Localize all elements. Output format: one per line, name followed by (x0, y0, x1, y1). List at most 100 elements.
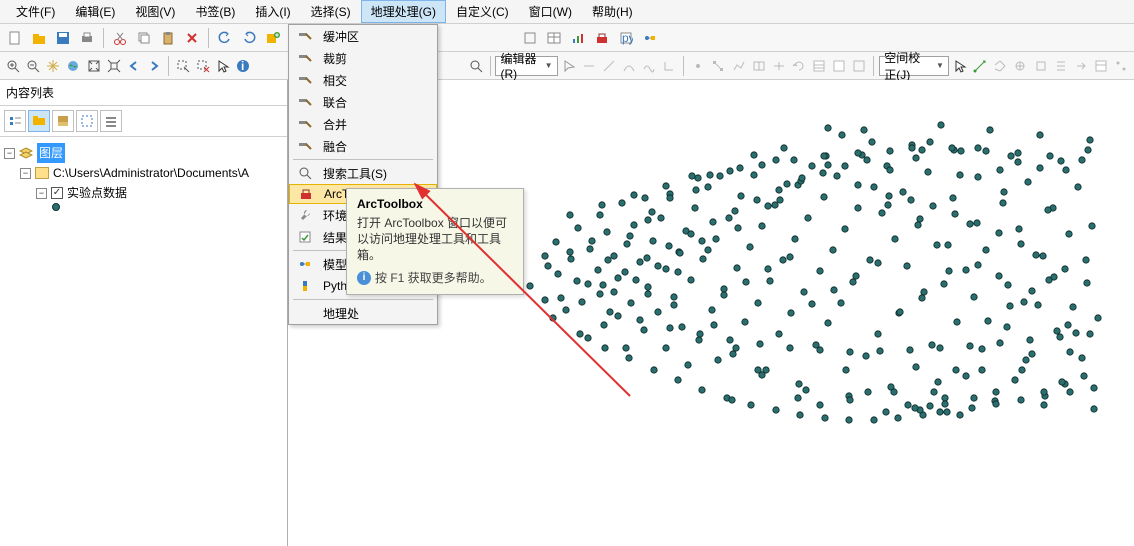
expander-icon[interactable]: − (20, 168, 31, 179)
sketch-prop-icon[interactable] (830, 55, 848, 77)
tooltip-title: ArcToolbox (357, 197, 513, 211)
right-angle-icon[interactable] (660, 55, 678, 77)
add-data-icon[interactable] (262, 27, 284, 49)
next-extent-icon[interactable] (145, 55, 163, 77)
menu-customize[interactable]: 自定义(C) (446, 0, 519, 23)
attributes-icon[interactable] (810, 55, 828, 77)
select-arrow-icon[interactable] (951, 55, 969, 77)
menu-buffer[interactable]: 缓冲区 (289, 25, 437, 47)
menu-bookmarks[interactable]: 书签(B) (185, 0, 245, 23)
edge-match-icon[interactable] (1052, 55, 1070, 77)
attribute-transfer-icon[interactable] (1072, 55, 1090, 77)
toc-tab-list-by-selection[interactable] (76, 110, 98, 132)
clear-select-icon[interactable] (194, 55, 212, 77)
delete-icon[interactable] (181, 27, 203, 49)
find-icon[interactable] (467, 55, 485, 77)
toc-tab-options[interactable] (100, 110, 122, 132)
reshape-icon[interactable] (730, 55, 748, 77)
tree-layer-label: 实验点数据 (67, 183, 127, 203)
wrench-icon (295, 206, 315, 224)
fixed-zoom-out-icon[interactable] (105, 55, 123, 77)
editor-dropdown[interactable]: 编辑器(R)▼ (495, 56, 557, 76)
menu-union[interactable]: 联合 (289, 91, 437, 113)
hammer-icon (295, 93, 315, 111)
standard-toolbar: ▼ py (0, 24, 1134, 52)
pan-icon[interactable] (44, 55, 62, 77)
menu-file[interactable]: 文件(F) (6, 0, 65, 23)
identify-icon[interactable]: i (234, 55, 252, 77)
menu-edit[interactable]: 编辑(E) (65, 0, 125, 23)
menu-dissolve[interactable]: 融合 (289, 135, 437, 157)
toc-tab-list-by-drawing[interactable] (4, 110, 26, 132)
expander-icon[interactable]: − (4, 148, 15, 159)
select-elements-icon[interactable] (214, 55, 232, 77)
copy-icon[interactable] (133, 27, 155, 49)
menu-clip[interactable]: 裁剪 (289, 47, 437, 69)
tree-root-layers[interactable]: − 图层 (4, 143, 283, 163)
python-icon (295, 277, 315, 295)
editor-toolbar-icon[interactable] (519, 27, 541, 49)
control-points-icon[interactable] (1112, 55, 1130, 77)
rotate-icon[interactable] (790, 55, 808, 77)
menu-selection[interactable]: 选择(S) (301, 0, 361, 23)
info-icon: i (357, 271, 371, 285)
full-extent-icon[interactable] (64, 55, 82, 77)
menu-geoprocessing-options[interactable]: 地理处 (289, 302, 437, 324)
displacement-link-icon[interactable] (971, 55, 989, 77)
links-table-icon[interactable] (1092, 55, 1110, 77)
cut-polygons-icon[interactable] (750, 55, 768, 77)
point-icon[interactable] (689, 55, 707, 77)
menu-geoprocessing[interactable]: 地理处理(G) (361, 0, 446, 23)
svg-text:i: i (241, 59, 244, 73)
split-icon[interactable] (770, 55, 788, 77)
identity-link-icon[interactable] (1011, 55, 1029, 77)
save-icon[interactable] (52, 27, 74, 49)
open-icon[interactable] (28, 27, 50, 49)
menu-intersect[interactable]: 相交 (289, 69, 437, 91)
redo-icon[interactable] (238, 27, 260, 49)
menu-windows[interactable]: 窗口(W) (519, 0, 582, 23)
zoom-in-icon[interactable] (4, 55, 22, 77)
undo-icon[interactable] (214, 27, 236, 49)
back-extent-icon[interactable] (125, 55, 143, 77)
expander-icon[interactable]: − (36, 188, 47, 199)
menu-insert[interactable]: 插入(I) (245, 0, 300, 23)
edit-tool-icon[interactable] (560, 55, 578, 77)
checkbox-icon[interactable]: ✓ (51, 187, 63, 199)
tree-folder-path[interactable]: − C:\Users\Administrator\Documents\A (4, 163, 283, 183)
toolbox-icon[interactable] (591, 27, 613, 49)
point-symbol-icon (52, 203, 60, 211)
tree-layer-symbol[interactable] (4, 203, 283, 211)
edit-vertices-icon[interactable] (709, 55, 727, 77)
edit-annotation-icon[interactable] (580, 55, 598, 77)
menu-search-tools[interactable]: 搜索工具(S) (289, 162, 437, 184)
endpoint-arc-icon[interactable] (620, 55, 638, 77)
print-icon[interactable] (76, 27, 98, 49)
straight-segment-icon[interactable] (600, 55, 618, 77)
zoom-out-icon[interactable] (24, 55, 42, 77)
paste-icon[interactable] (157, 27, 179, 49)
toc-tree: − 图层 − C:\Users\Administrator\Documents\… (0, 137, 287, 217)
python-icon[interactable]: py (615, 27, 637, 49)
fixed-zoom-in-icon[interactable] (85, 55, 103, 77)
cut-icon[interactable] (109, 27, 131, 49)
menu-merge[interactable]: 合并 (289, 113, 437, 135)
gear-icon (295, 304, 315, 322)
toc-tab-list-by-source[interactable] (28, 110, 50, 132)
table-of-contents: 内容列表 − 图层 − C:\Users\Administrator\Docum… (0, 80, 288, 546)
multi-link-icon[interactable] (991, 55, 1009, 77)
trace-icon[interactable] (640, 55, 658, 77)
new-doc-icon[interactable] (4, 27, 26, 49)
tree-folder-label: C:\Users\Administrator\Documents\A (53, 163, 249, 183)
tree-layer-item[interactable]: − ✓ 实验点数据 (4, 183, 283, 203)
toc-tab-list-by-visibility[interactable] (52, 110, 74, 132)
limited-adj-icon[interactable] (1032, 55, 1050, 77)
spatial-adjustment-dropdown[interactable]: 空间校正(J)▼ (879, 56, 949, 76)
menu-help[interactable]: 帮助(H) (582, 0, 643, 23)
table-icon[interactable] (543, 27, 565, 49)
modelbuilder-icon[interactable] (639, 27, 661, 49)
menu-view[interactable]: 视图(V) (125, 0, 185, 23)
select-features-icon[interactable] (174, 55, 192, 77)
create-features-icon[interactable] (850, 55, 868, 77)
graph-icon[interactable] (567, 27, 589, 49)
